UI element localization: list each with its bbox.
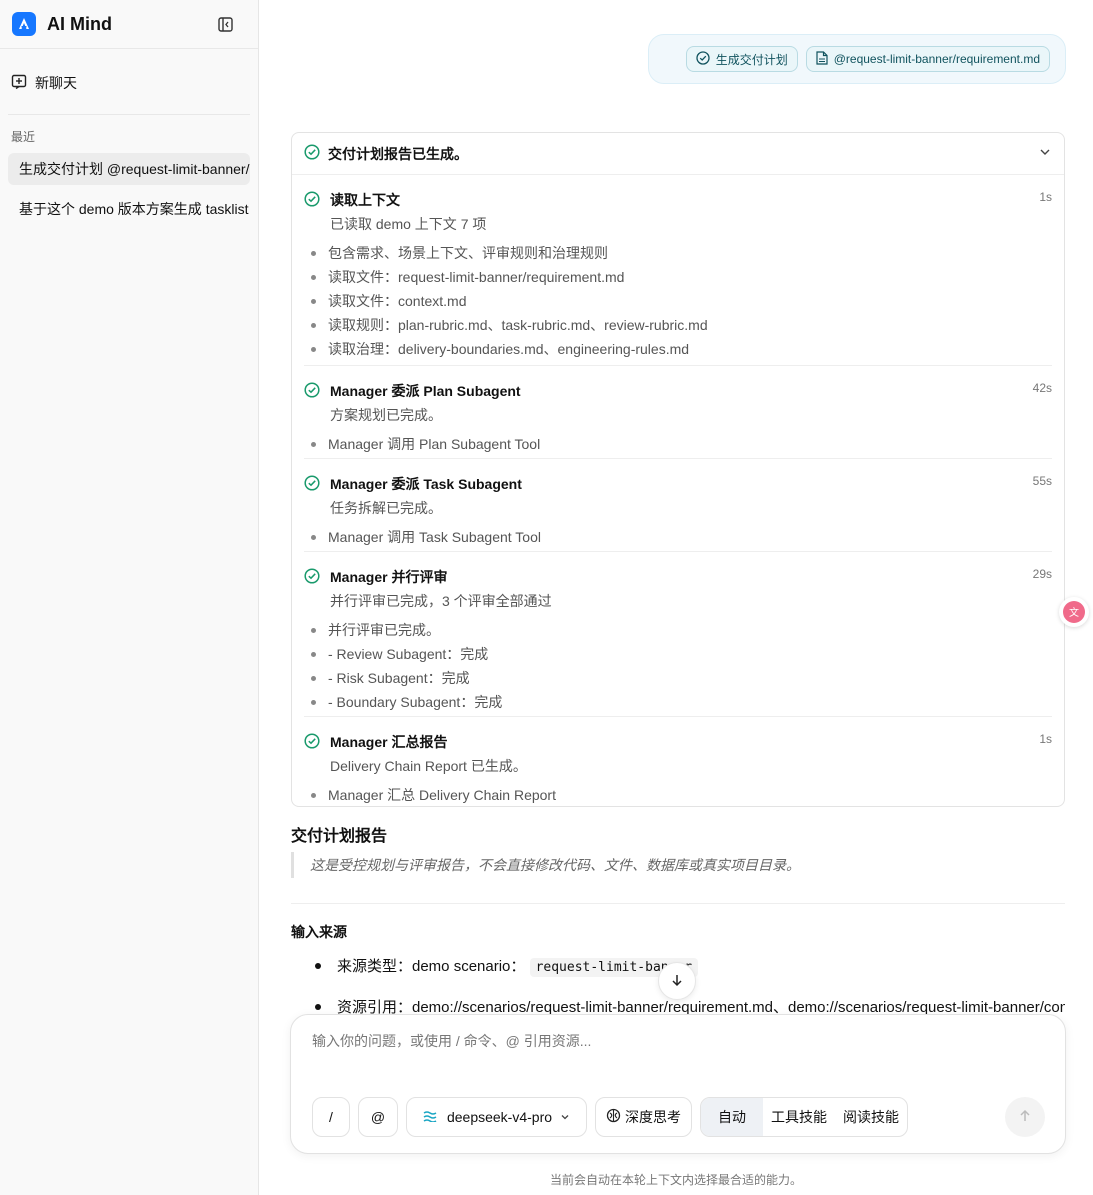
step-subtitle: Delivery Chain Report 已生成。 bbox=[330, 758, 527, 774]
chat-input[interactable] bbox=[312, 1033, 1032, 1049]
model-select[interactable]: deepseek-v4-pro bbox=[406, 1097, 587, 1137]
composer-toolbar: / @ deepseek-v4-pro 深度思考 自动 工具技能 阅读技能 bbox=[312, 1097, 1045, 1137]
deep-think-toggle[interactable]: 深度思考 bbox=[595, 1097, 692, 1137]
command-chip[interactable]: 生成交付计划 bbox=[685, 46, 798, 72]
progress-card: 交付计划报告已生成。 读取上下文 1s 已读取 demo 上下文 7 项 包含需… bbox=[291, 132, 1065, 807]
check-circle-icon bbox=[304, 381, 320, 401]
brand-name: AI Mind bbox=[47, 13, 112, 34]
progress-step: Manager 并行评审 29s 并行评审已完成，3 个评审全部通过 并行评审已… bbox=[304, 552, 1052, 717]
step-bullets: 包含需求、场景上下文、评审规则和治理规则 读取文件：request-limit-… bbox=[308, 241, 1052, 361]
new-chat-button[interactable]: 新聊天 bbox=[11, 63, 258, 103]
progress-step: Manager 汇总报告 1s Delivery Chain Report 已生… bbox=[304, 717, 1052, 807]
step-bullet: 读取规则：plan-rubric.md、task-rubric.md、revie… bbox=[308, 313, 1052, 337]
step-duration: 1s bbox=[1039, 190, 1052, 204]
step-bullet: 读取治理：delivery-boundaries.md、engineering-… bbox=[308, 337, 1052, 361]
step-bullet: 并行评审已完成。 bbox=[308, 618, 1052, 642]
step-title: Manager 委派 Task Subagent bbox=[330, 476, 522, 492]
check-circle-icon bbox=[304, 732, 320, 752]
progress-step: Manager 委派 Task Subagent 55s 任务拆解已完成。 Ma… bbox=[304, 459, 1052, 552]
resource-chip-label: @request-limit-banner/requirement.md bbox=[833, 52, 1040, 66]
progress-card-title: 交付计划报告已生成。 bbox=[328, 145, 468, 162]
step-bullet: 读取文件：request-limit-banner/requirement.md bbox=[308, 265, 1052, 289]
step-duration: 42s bbox=[1032, 381, 1052, 395]
check-circle-icon bbox=[304, 190, 320, 210]
check-circle-icon bbox=[304, 144, 320, 163]
step-bullet: Manager 调用 Plan Subagent Tool bbox=[308, 432, 1052, 456]
input-source-heading: 输入来源 bbox=[291, 924, 347, 940]
resource-chip[interactable]: @request-limit-banner/requirement.md bbox=[805, 46, 1050, 72]
sidebar-item-delivery-plan[interactable]: 生成交付计划 @request-limit-banner/requirement… bbox=[8, 153, 250, 185]
step-title: 读取上下文 bbox=[330, 192, 400, 208]
step-bullets: Manager 调用 Plan Subagent Tool bbox=[308, 432, 1052, 456]
user-message-bubble: 生成交付计划 @request-limit-banner/requirement… bbox=[648, 34, 1066, 84]
step-bullet: 包含需求、场景上下文、评审规则和治理规则 bbox=[308, 241, 1052, 265]
translate-assistant-icon[interactable]: 文 bbox=[1059, 597, 1089, 627]
step-subtitle: 方案规划已完成。 bbox=[330, 407, 442, 423]
sidebar-item-tasklist[interactable]: 基于这个 demo 版本方案生成 tasklist bbox=[8, 193, 250, 225]
step-duration: 1s bbox=[1039, 732, 1052, 746]
step-title: Manager 汇总报告 bbox=[330, 734, 448, 750]
step-bullet: - Boundary Subagent：完成 bbox=[308, 690, 1052, 714]
brain-icon bbox=[606, 1108, 621, 1126]
step-duration: 55s bbox=[1032, 474, 1052, 488]
new-chat-label: 新聊天 bbox=[35, 75, 77, 91]
app-logo bbox=[12, 12, 36, 36]
progress-card-header[interactable]: 交付计划报告已生成。 bbox=[292, 133, 1064, 175]
chevron-down-icon bbox=[560, 1109, 570, 1125]
step-title: Manager 并行评审 bbox=[330, 569, 448, 585]
mode-read-skill[interactable]: 阅读技能 bbox=[835, 1098, 907, 1136]
mention-button[interactable]: @ bbox=[358, 1097, 398, 1137]
step-bullets: 并行评审已完成。 - Review Subagent：完成 - Risk Sub… bbox=[308, 618, 1052, 714]
model-name: deepseek-v4-pro bbox=[446, 1109, 553, 1125]
step-duration: 29s bbox=[1032, 567, 1052, 581]
sidebar-collapse-icon[interactable] bbox=[217, 16, 233, 32]
check-circle-icon bbox=[696, 50, 710, 68]
new-chat-icon bbox=[11, 74, 27, 93]
step-bullets: Manager 汇总 Delivery Chain Report bbox=[308, 783, 1052, 807]
step-subtitle: 并行评审已完成，3 个评审全部通过 bbox=[330, 593, 552, 609]
mode-auto[interactable]: 自动 bbox=[701, 1098, 763, 1136]
step-bullet: Manager 调用 Task Subagent Tool bbox=[308, 525, 1052, 549]
scroll-to-bottom-button[interactable] bbox=[658, 962, 696, 1000]
sidebar: AI Mind 新聊天 最近 生成交付计划 @request-limit-ban… bbox=[0, 0, 259, 1195]
recent-section-label: 最近 bbox=[11, 130, 36, 144]
step-bullet: - Review Subagent：完成 bbox=[308, 642, 1052, 666]
step-subtitle: 已读取 demo 上下文 7 项 bbox=[330, 216, 487, 232]
mode-tool-skill[interactable]: 工具技能 bbox=[763, 1098, 835, 1136]
step-title: Manager 委派 Plan Subagent bbox=[330, 383, 521, 399]
source-type-label: 来源类型：demo scenario： bbox=[337, 958, 526, 975]
footer-note: 当前会自动在本轮上下文内选择最合适的能力。 bbox=[549, 1173, 802, 1187]
progress-step: 读取上下文 1s 已读取 demo 上下文 7 项 包含需求、场景上下文、评审规… bbox=[304, 175, 1052, 366]
step-subtitle: 任务拆解已完成。 bbox=[330, 500, 442, 516]
arrow-down-icon bbox=[670, 973, 684, 990]
report-quote: 这是受控规划与评审报告，不会直接修改代码、文件、数据库或真实项目目录。 bbox=[291, 852, 800, 878]
step-bullet: - Risk Subagent：完成 bbox=[308, 666, 1052, 690]
chat-composer: / @ deepseek-v4-pro 深度思考 自动 工具技能 bbox=[290, 1014, 1066, 1154]
file-icon bbox=[816, 50, 828, 68]
command-chip-label: 生成交付计划 bbox=[715, 52, 788, 67]
svg-text:文: 文 bbox=[1069, 606, 1079, 619]
mode-segmented-control: 自动 工具技能 阅读技能 bbox=[700, 1097, 908, 1137]
step-bullets: Manager 调用 Task Subagent Tool bbox=[308, 525, 1052, 549]
progress-step: Manager 委派 Plan Subagent 42s 方案规划已完成。 Ma… bbox=[304, 366, 1052, 459]
check-circle-icon bbox=[304, 474, 320, 494]
arrow-up-icon bbox=[1018, 1109, 1032, 1126]
sidebar-divider bbox=[8, 114, 250, 115]
chat-main: 生成交付计划 @request-limit-banner/requirement… bbox=[259, 0, 1093, 1195]
report-title: 交付计划报告 bbox=[291, 828, 388, 845]
slash-command-button[interactable]: / bbox=[312, 1097, 350, 1137]
chevron-down-icon[interactable] bbox=[1038, 145, 1052, 162]
check-circle-icon bbox=[304, 567, 320, 587]
send-button[interactable] bbox=[1005, 1097, 1045, 1137]
step-bullet: 读取文件：context.md bbox=[308, 289, 1052, 313]
sidebar-header: AI Mind bbox=[0, 0, 258, 49]
step-bullet: Manager 汇总 Delivery Chain Report bbox=[308, 783, 1052, 807]
divider bbox=[291, 903, 1065, 904]
model-icon bbox=[423, 1109, 439, 1125]
deep-think-label: 深度思考 bbox=[625, 1109, 681, 1125]
